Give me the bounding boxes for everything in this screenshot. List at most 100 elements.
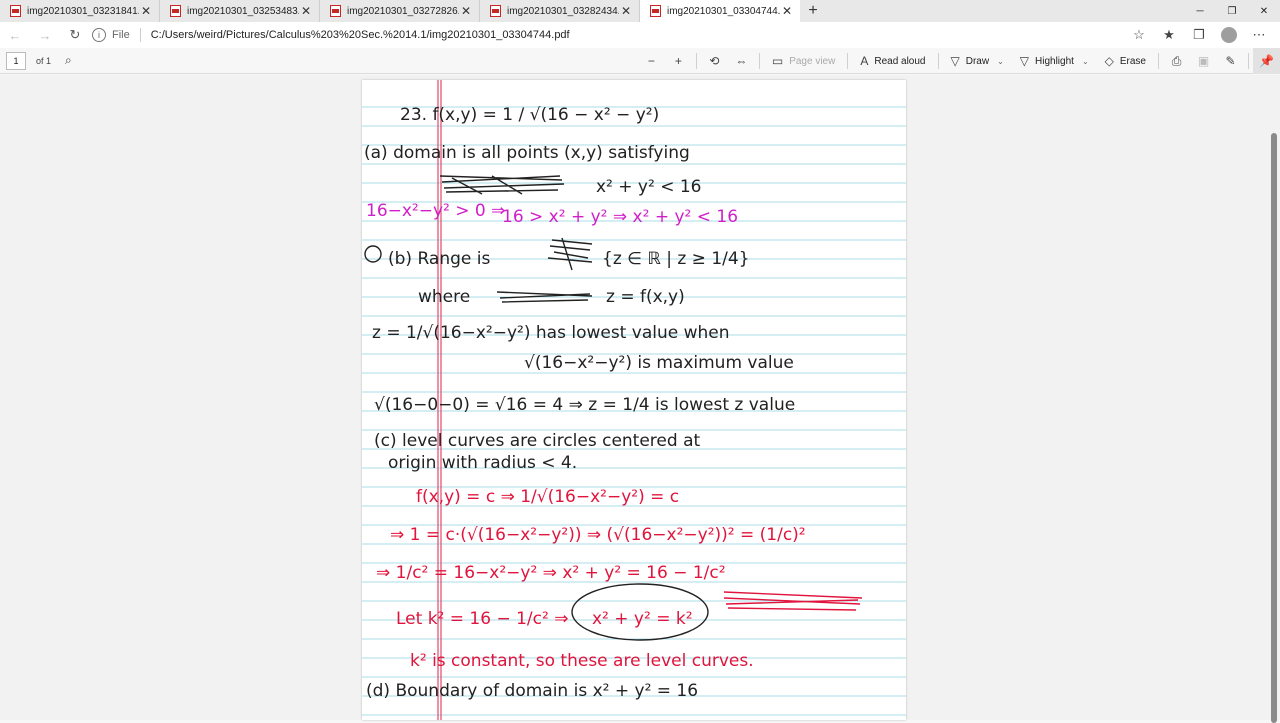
highlight-icon: ▽ xyxy=(1019,54,1030,68)
tab-4[interactable]: img20210301_03282434.pdf ✕ xyxy=(480,0,640,22)
chevron-down-icon[interactable]: ⌄ xyxy=(997,57,1004,66)
divider xyxy=(139,28,141,42)
page-view-label: Page view xyxy=(789,55,836,67)
pdf-file-icon xyxy=(170,5,181,17)
divider xyxy=(1158,53,1159,69)
pin-toolbar-icon[interactable]: 📌 xyxy=(1253,48,1280,74)
site-info[interactable]: i File xyxy=(92,28,130,42)
restore-button[interactable]: ❐ xyxy=(1216,0,1248,22)
tab-close-icon[interactable]: ✕ xyxy=(139,4,153,18)
note-line: {z ∈ ℝ | z ≥ 1/4} xyxy=(602,249,750,269)
tab-1[interactable]: img20210301_03231841.pdf ✕ xyxy=(0,0,160,22)
browser-actions: ☆ ★ ❐ ⋯ xyxy=(1124,22,1274,48)
avatar[interactable] xyxy=(1221,27,1237,43)
back-arrow-icon[interactable]: ← xyxy=(0,22,30,48)
new-tab-button[interactable]: + xyxy=(800,0,826,22)
tab-strip: img20210301_03231841.pdf ✕ img20210301_0… xyxy=(0,0,1280,22)
tab-label: img20210301_03272826.pdf xyxy=(347,5,459,17)
chevron-down-icon[interactable]: ⌄ xyxy=(1082,57,1089,66)
more-menu-icon[interactable]: ⋯ xyxy=(1244,22,1274,48)
rotate-icon[interactable]: ⟲ xyxy=(701,48,728,74)
window-controls: ─ ❐ ✕ xyxy=(1184,0,1280,22)
note-line: √(16−0−0) = √16 = 4 ⇒ z = 1/4 is lowest … xyxy=(374,395,795,415)
note-line: x² + y² < 16 xyxy=(596,177,702,197)
tab-label: img20210301_03231841.pdf xyxy=(27,5,139,17)
note-line: (b) Range is xyxy=(388,249,490,269)
pdf-tools: − + ⟲ ⇔ ▭ Page view A Read aloud ▽ Draw ⌄ ▽ H… xyxy=(638,48,1280,74)
tab-close-icon[interactable]: ✕ xyxy=(619,4,633,18)
minimize-button[interactable]: ─ xyxy=(1184,0,1216,22)
page-count: of 1 xyxy=(36,55,52,66)
add-favorite-icon[interactable]: ☆ xyxy=(1124,22,1154,48)
note-line: x² + y² = k² xyxy=(592,609,693,629)
divider xyxy=(847,53,849,69)
pdf-file-icon xyxy=(650,5,661,17)
note-line: Let k² = 16 − 1/c² ⇒ xyxy=(396,609,568,629)
tab-close-icon[interactable]: ✕ xyxy=(780,4,794,18)
print-icon[interactable]: ⎙ xyxy=(1163,48,1190,74)
refresh-icon[interactable]: ↻ xyxy=(60,22,90,48)
note-line: origin with radius < 4. xyxy=(388,453,577,473)
read-aloud-button[interactable]: A Read aloud xyxy=(852,48,933,74)
handwritten-notes: 23. f(x,y) = 1 / √(16 − x² − y²) (a) dom… xyxy=(364,105,806,701)
tab-label: img20210301_03282434.pdf xyxy=(507,5,619,17)
collections-icon[interactable]: ❐ xyxy=(1184,22,1214,48)
url-field[interactable]: C:/Users/weird/Pictures/Calculus%203%20S… xyxy=(151,29,570,41)
highlight-button[interactable]: ▽ Highlight ⌄ xyxy=(1012,48,1097,74)
note-line: (a) domain is all points (x,y) satisfyin… xyxy=(364,143,690,163)
divider xyxy=(758,53,760,69)
draw-icon: ▽ xyxy=(950,54,960,68)
read-aloud-label: Read aloud xyxy=(874,55,926,67)
close-window-button[interactable]: ✕ xyxy=(1248,0,1280,22)
note-line: ⇒ 1 = c·(√(16−x²−y²)) ⇒ (√(16−x²−y²))² =… xyxy=(390,525,806,545)
pdf-viewer[interactable]: 23. f(x,y) = 1 / √(16 − x² − y²) (a) dom… xyxy=(0,75,1280,723)
erase-label: Erase xyxy=(1119,55,1146,67)
note-line: 16 > x² + y² ⇒ x² + y² < 16 xyxy=(502,207,738,227)
tab-2[interactable]: img20210301_03253483.pdf ✕ xyxy=(160,0,320,22)
scrollbar-thumb[interactable] xyxy=(1271,133,1277,723)
save-icon[interactable]: ▣ xyxy=(1190,48,1217,74)
tab-label: img20210301_03253483.pdf xyxy=(187,5,299,17)
note-line: z = 1/√(16−x²−y²) has lowest value when xyxy=(372,323,730,343)
note-line: (c) level curves are circles centered at xyxy=(374,431,700,451)
divider xyxy=(937,53,939,69)
pdf-page: 23. f(x,y) = 1 / √(16 − x² − y²) (a) dom… xyxy=(362,80,906,720)
highlight-label: Highlight xyxy=(1035,55,1074,67)
forward-arrow-icon[interactable]: → xyxy=(30,22,60,48)
draw-label: Draw xyxy=(965,55,990,67)
note-line: √(16−x²−y²) is maximum value xyxy=(524,353,794,373)
note-line: 16−x²−y² > 0 ⇒ xyxy=(366,201,505,221)
note-line: z = f(x,y) xyxy=(606,287,685,307)
save-as-icon[interactable]: ✎ xyxy=(1217,48,1244,74)
note-line: 23. f(x,y) = 1 / √(16 − x² − y²) xyxy=(400,105,659,125)
erase-button[interactable]: ◇ Erase xyxy=(1097,48,1154,74)
tab-5-active[interactable]: img20210301_03304744.pdf ✕ xyxy=(640,0,800,22)
scheme-label: File xyxy=(112,29,130,41)
fit-page-icon[interactable]: ⇔ xyxy=(728,48,755,74)
note-line: ⇒ 1/c² = 16−x²−y² ⇒ x² + y² = 16 − 1/c² xyxy=(376,563,726,583)
draw-button[interactable]: ▽ Draw ⌄ xyxy=(943,48,1012,74)
zoom-out-icon[interactable]: − xyxy=(638,48,665,74)
zoom-in-icon[interactable]: + xyxy=(665,48,692,74)
pdf-toolbar: 1 of 1 ⌕ − + ⟲ ⇔ ▭ Page view A Read aloud … xyxy=(0,48,1280,74)
tab-label: img20210301_03304744.pdf xyxy=(667,5,780,17)
search-icon[interactable]: ⌕ xyxy=(65,53,72,68)
divider xyxy=(1248,53,1249,69)
tab-close-icon[interactable]: ✕ xyxy=(299,4,313,18)
info-icon: i xyxy=(92,28,106,42)
pdf-file-icon xyxy=(330,5,341,17)
page-view-button[interactable]: ▭ Page view xyxy=(764,48,843,74)
note-line: where xyxy=(418,287,470,307)
tab-close-icon[interactable]: ✕ xyxy=(459,4,473,18)
note-line: f(x,y) = c ⇒ 1/√(16−x²−y²) = c xyxy=(416,487,679,507)
eraser-icon: ◇ xyxy=(1104,54,1114,68)
page-view-icon: ▭ xyxy=(771,54,784,68)
tab-3[interactable]: img20210301_03272826.pdf ✕ xyxy=(320,0,480,22)
note-line: k² is constant, so these are level curve… xyxy=(410,651,754,671)
read-aloud-icon: A xyxy=(860,54,869,68)
address-bar: ← → ↻ i File C:/Users/weird/Pictures/Cal… xyxy=(0,22,1280,48)
pdf-file-icon xyxy=(10,5,21,17)
favorites-icon[interactable]: ★ xyxy=(1154,22,1184,48)
page-number-input[interactable]: 1 xyxy=(6,51,26,70)
divider xyxy=(695,53,697,69)
